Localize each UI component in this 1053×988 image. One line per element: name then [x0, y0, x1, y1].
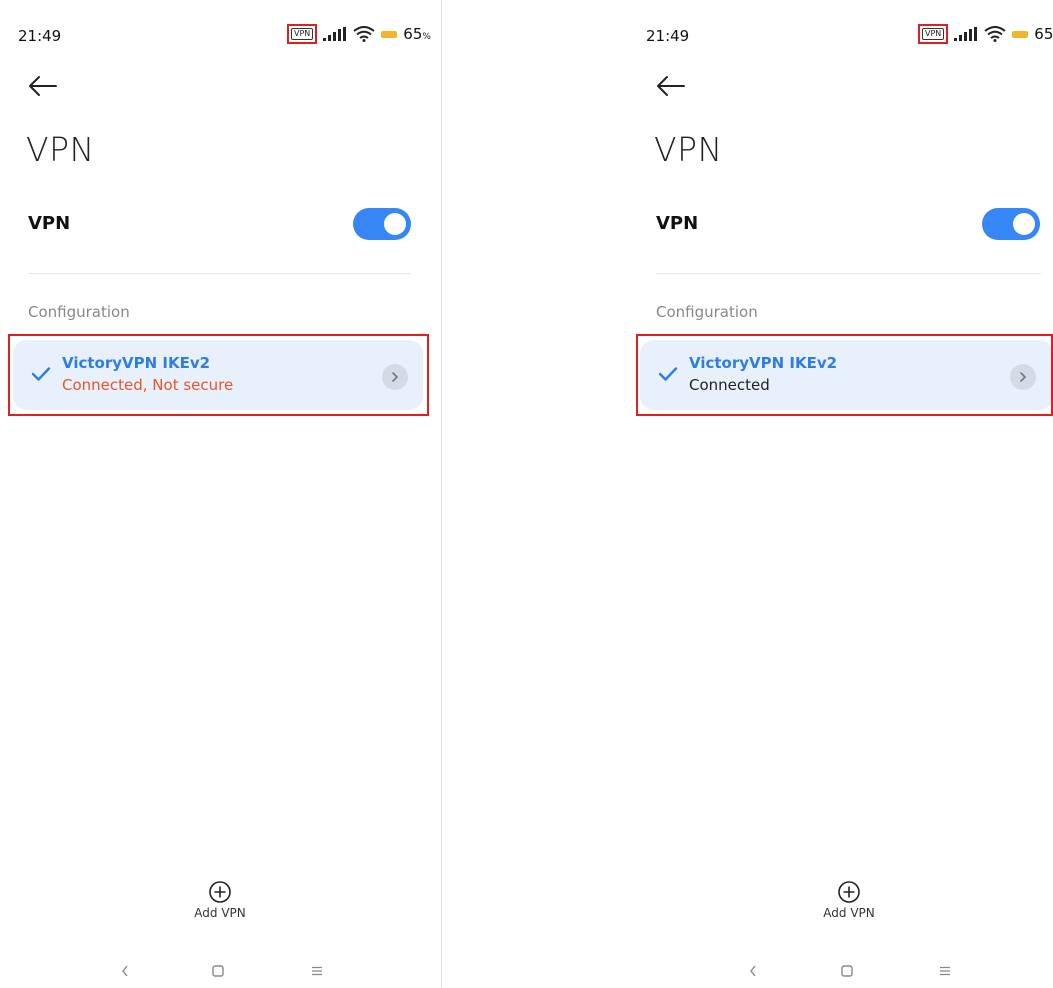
add-vpn-label: Add VPN: [194, 906, 246, 920]
nav-menu-button[interactable]: [938, 963, 952, 982]
nav-back-button[interactable]: [120, 963, 130, 982]
wifi-icon: [984, 26, 1006, 42]
vpn-toggle-switch[interactable]: [353, 208, 411, 240]
back-arrow-icon: [29, 76, 57, 96]
battery-percentage: 65%: [403, 25, 431, 43]
add-vpn-button[interactable]: Add VPN: [809, 880, 889, 920]
status-icons: VPN 65%: [287, 24, 431, 44]
status-icons: VPN 65%: [918, 24, 1053, 44]
nav-menu-button[interactable]: [310, 963, 324, 982]
status-time: 21:49: [18, 27, 62, 45]
nav-back-icon: [122, 965, 128, 977]
add-vpn-button[interactable]: Add VPN: [180, 880, 260, 920]
battery-icon: [381, 30, 398, 38]
toggle-knob: [1013, 213, 1035, 235]
vpn-badge-icon: VPN: [922, 28, 945, 40]
status-time: 21:49: [646, 27, 690, 45]
add-circle-icon: [209, 881, 231, 903]
nav-menu-icon: [312, 966, 322, 976]
vpn-toggle-label: VPN: [28, 213, 71, 234]
vpn-toggle-label: VPN: [656, 213, 699, 234]
row-divider: [656, 273, 1041, 274]
nav-home-icon: [841, 965, 853, 977]
page-title: VPN: [654, 130, 723, 169]
vpn-toggle-switch[interactable]: [982, 208, 1040, 240]
back-arrow-icon: [657, 76, 685, 96]
signal-icon: [954, 27, 978, 41]
back-button[interactable]: [654, 72, 688, 100]
toggle-knob: [384, 213, 406, 235]
add-vpn-label: Add VPN: [823, 906, 875, 920]
screens-divider: [441, 0, 442, 988]
section-header-configuration: Configuration: [656, 303, 758, 321]
page-title: VPN: [26, 130, 95, 169]
nav-home-button[interactable]: [211, 963, 225, 982]
vpn-badge-highlight: VPN: [287, 24, 318, 44]
section-header-configuration: Configuration: [28, 303, 130, 321]
battery-icon: [1012, 30, 1029, 38]
battery-percentage: 65%: [1034, 25, 1053, 43]
screen-secure: 21:49 VPN 65% VPN VPN Configuration: [626, 0, 1053, 988]
config-highlight-box: [8, 334, 429, 416]
nav-back-icon: [750, 965, 756, 977]
nav-menu-icon: [940, 966, 950, 976]
back-button[interactable]: [26, 72, 60, 100]
vpn-badge-icon: VPN: [291, 28, 314, 40]
add-circle-icon: [838, 881, 860, 903]
nav-back-button[interactable]: [748, 963, 758, 982]
screen-not-secure: 21:49 VPN 65% VPN VPN Configuration Vict…: [0, 0, 440, 988]
signal-icon: [323, 27, 347, 41]
nav-home-button[interactable]: [840, 963, 854, 982]
row-divider: [28, 273, 411, 274]
wifi-icon: [353, 26, 375, 42]
vpn-badge-highlight: VPN: [918, 24, 949, 44]
config-highlight-box: [636, 334, 1053, 416]
nav-home-icon: [212, 965, 224, 977]
